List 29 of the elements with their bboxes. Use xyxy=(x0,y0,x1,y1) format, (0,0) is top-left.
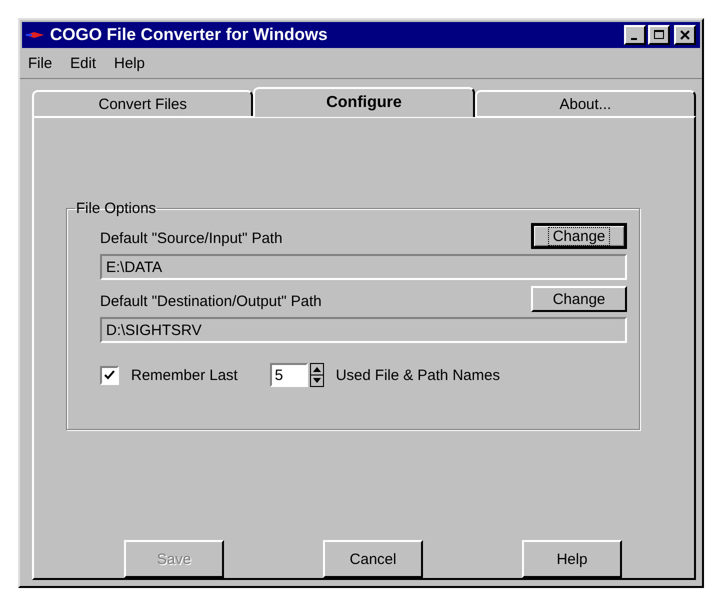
spinner-label: Used File & Path Names xyxy=(336,366,500,384)
dialog-button[interactable]: Help xyxy=(522,540,622,578)
close-icon xyxy=(680,30,690,40)
count-field[interactable]: 5 xyxy=(270,363,308,387)
menu-item[interactable]: Edit xyxy=(70,55,96,72)
path-field[interactable]: D:\SIGHTSRV xyxy=(100,317,627,343)
minimize-icon xyxy=(630,38,636,40)
menu-item[interactable]: File xyxy=(28,55,52,72)
minimize-button[interactable] xyxy=(624,24,646,45)
dialog-button[interactable]: Cancel xyxy=(323,540,423,578)
path-label: Default "Source/Input" Path xyxy=(100,230,282,247)
app-icon xyxy=(26,30,44,40)
checkbox[interactable] xyxy=(100,366,119,384)
change-button[interactable]: Change xyxy=(531,223,627,249)
path-label: Default "Destination/Output" Path xyxy=(100,293,322,310)
menu-item[interactable]: Help xyxy=(114,55,145,72)
maximize-icon xyxy=(654,30,664,40)
group-title: File Options xyxy=(75,200,158,217)
spinner-arrows-icon[interactable] xyxy=(310,363,324,387)
maximize-button[interactable] xyxy=(648,24,670,45)
close-button[interactable] xyxy=(674,24,696,45)
change-button[interactable]: Change xyxy=(531,286,627,312)
path-field[interactable]: E:\DATA xyxy=(100,254,627,280)
checkmark-icon xyxy=(104,370,115,380)
tab[interactable]: Convert Files xyxy=(32,90,254,116)
window-title: COGO File Converter for Windows xyxy=(50,24,329,45)
tab[interactable]: About... xyxy=(474,90,696,116)
checkbox-label: Remember Last xyxy=(131,366,238,384)
tab[interactable]: Configure xyxy=(253,87,475,117)
